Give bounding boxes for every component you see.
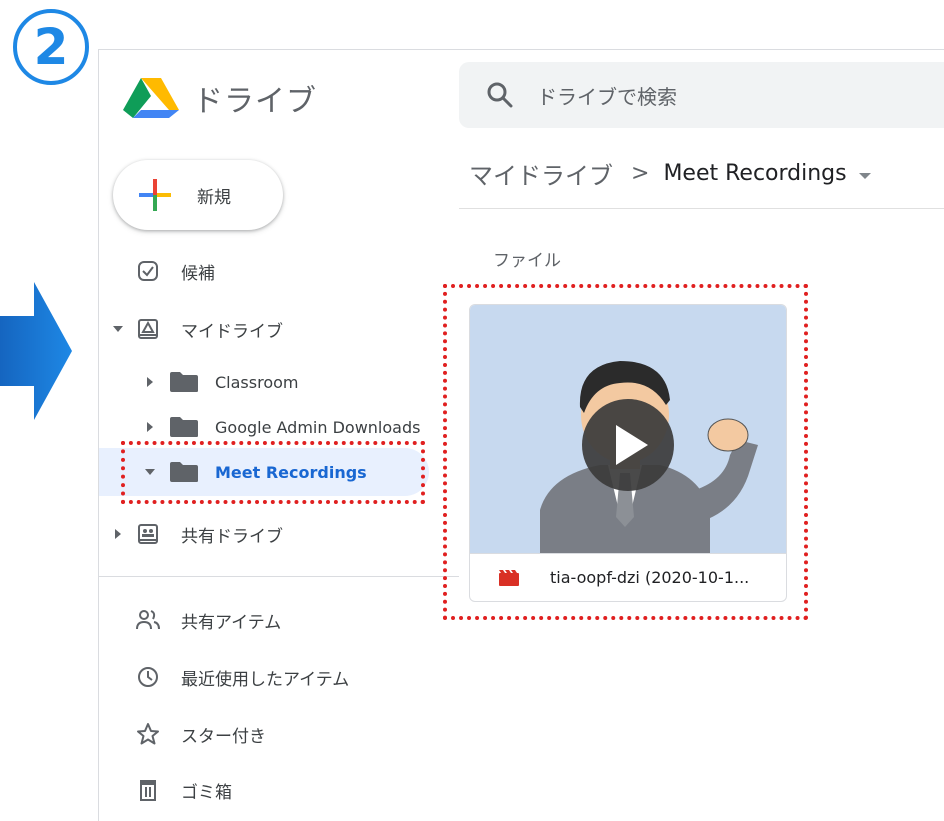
nav-shared-drives[interactable]: 共有ドライブ bbox=[99, 512, 429, 556]
step-badge: 2 bbox=[11, 9, 99, 87]
chevron-right-icon[interactable] bbox=[111, 527, 125, 541]
highlight-file-card bbox=[443, 284, 808, 620]
drive-logo[interactable]: ドライブ bbox=[123, 76, 317, 120]
new-button-label: 新規 bbox=[197, 187, 231, 208]
nav-trash[interactable]: ゴミ箱 bbox=[99, 768, 429, 812]
header-divider bbox=[459, 208, 944, 209]
caret-down-icon[interactable] bbox=[858, 172, 871, 179]
search-icon bbox=[487, 82, 513, 108]
nav-starred-label: スター付き bbox=[181, 726, 266, 747]
chevron-down-icon[interactable] bbox=[111, 322, 125, 336]
nav-recent[interactable]: 最近使用したアイテム bbox=[99, 655, 429, 699]
nav-suggested[interactable]: 候補 bbox=[99, 249, 429, 293]
nav-suggested-label: 候補 bbox=[181, 263, 215, 284]
step-number: 2 bbox=[33, 18, 69, 76]
shared-drive-icon bbox=[134, 520, 162, 548]
nav-trash-label: ゴミ箱 bbox=[181, 782, 232, 803]
check-box-icon bbox=[134, 257, 162, 285]
nav-starred[interactable]: スター付き bbox=[99, 712, 429, 756]
nav-shared-with-me-label: 共有アイテム bbox=[181, 612, 282, 633]
app-title: ドライブ bbox=[193, 84, 317, 119]
nav-shared-with-me[interactable]: 共有アイテム bbox=[99, 598, 429, 642]
breadcrumb-separator: > bbox=[631, 161, 650, 186]
breadcrumb-current[interactable]: Meet Recordings bbox=[663, 161, 846, 186]
folder-icon bbox=[167, 413, 201, 441]
nav-my-drive-label: マイドライブ bbox=[181, 321, 283, 342]
trash-icon bbox=[134, 776, 162, 804]
drive-logo-icon bbox=[123, 78, 179, 118]
clock-icon bbox=[134, 663, 162, 691]
my-drive-icon bbox=[134, 315, 162, 343]
tutorial-screenshot: 2 ドライブ ドライブで検索 新規 候補 マイドライブ Classroom Go… bbox=[0, 0, 944, 821]
nav-my-drive[interactable]: マイドライブ bbox=[99, 307, 429, 351]
step-arrow-icon bbox=[0, 282, 72, 420]
nav-shared-drives-label: 共有ドライブ bbox=[181, 526, 283, 547]
breadcrumb: マイドライブ > Meet Recordings bbox=[469, 156, 871, 191]
folder-classroom[interactable]: Classroom bbox=[99, 360, 429, 404]
search-bar[interactable]: ドライブで検索 bbox=[459, 62, 944, 128]
nav-recent-label: 最近使用したアイテム bbox=[181, 669, 350, 690]
new-button[interactable]: 新規 bbox=[113, 160, 283, 230]
people-icon bbox=[134, 606, 162, 634]
folder-icon bbox=[167, 368, 201, 396]
sidebar-divider bbox=[99, 576, 459, 577]
chevron-right-icon[interactable] bbox=[143, 420, 157, 434]
files-section-label: ファイル bbox=[493, 251, 561, 271]
highlight-meet-recordings bbox=[121, 441, 425, 504]
breadcrumb-root[interactable]: マイドライブ bbox=[469, 156, 613, 191]
plus-icon bbox=[139, 179, 171, 211]
folder-label: Google Admin Downloads bbox=[215, 417, 421, 437]
search-input[interactable]: ドライブで検索 bbox=[537, 81, 677, 110]
star-icon bbox=[134, 720, 162, 748]
chevron-right-icon[interactable] bbox=[143, 375, 157, 389]
folder-label: Classroom bbox=[215, 372, 299, 392]
